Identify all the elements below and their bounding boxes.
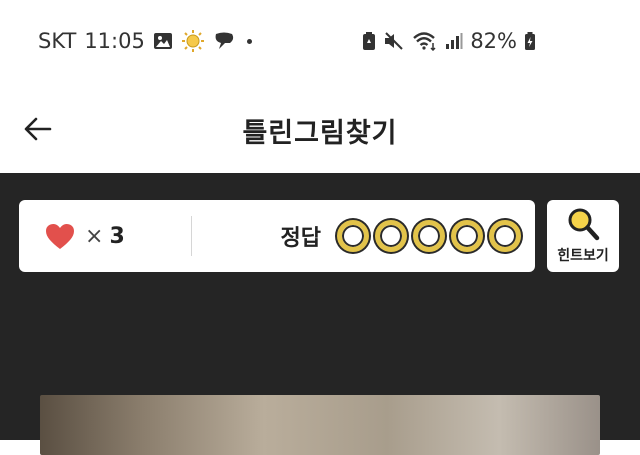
sun-icon: [181, 29, 205, 53]
wifi-icon: [412, 31, 438, 51]
answers-tracker: 정답: [281, 219, 521, 253]
status-bar: SKT 11:05 82%: [0, 0, 640, 80]
answer-slot: [337, 220, 369, 252]
times-symbol: ×: [85, 223, 104, 249]
chat-icon: [213, 31, 235, 51]
game-info-card: × 3 정답: [19, 200, 535, 272]
battery-icon: [524, 31, 536, 51]
battery-percent: 82%: [470, 29, 517, 53]
heart-icon: [46, 223, 74, 249]
hint-label: 힌트보기: [557, 248, 609, 264]
status-right: 82%: [362, 26, 536, 56]
status-left: SKT 11:05: [38, 26, 252, 56]
app-bar: 틀린그림찾기: [0, 85, 640, 173]
signal-icon: [445, 32, 463, 50]
divider: [191, 216, 192, 256]
answer-slot: [375, 220, 407, 252]
hint-button[interactable]: 힌트보기: [547, 200, 619, 272]
answers-label: 정답: [280, 226, 321, 251]
answer-slot: [489, 220, 521, 252]
puzzle-image[interactable]: [40, 395, 600, 455]
battery-saver-icon: [362, 31, 376, 51]
gallery-icon: [153, 31, 173, 51]
mute-icon: [383, 31, 405, 51]
magnifier-icon: [568, 208, 600, 241]
lives-counter: × 3: [45, 220, 125, 252]
notification-dot: [246, 38, 252, 44]
lives-count: 3: [109, 223, 125, 249]
page-title: 틀린그림찾기: [242, 118, 398, 149]
clock: 11:05: [84, 29, 145, 53]
game-area: × 3 정답 힌트보기: [0, 173, 640, 455]
answer-slot: [413, 220, 445, 252]
answer-slot: [451, 220, 483, 252]
carrier-label: SKT: [38, 29, 77, 53]
